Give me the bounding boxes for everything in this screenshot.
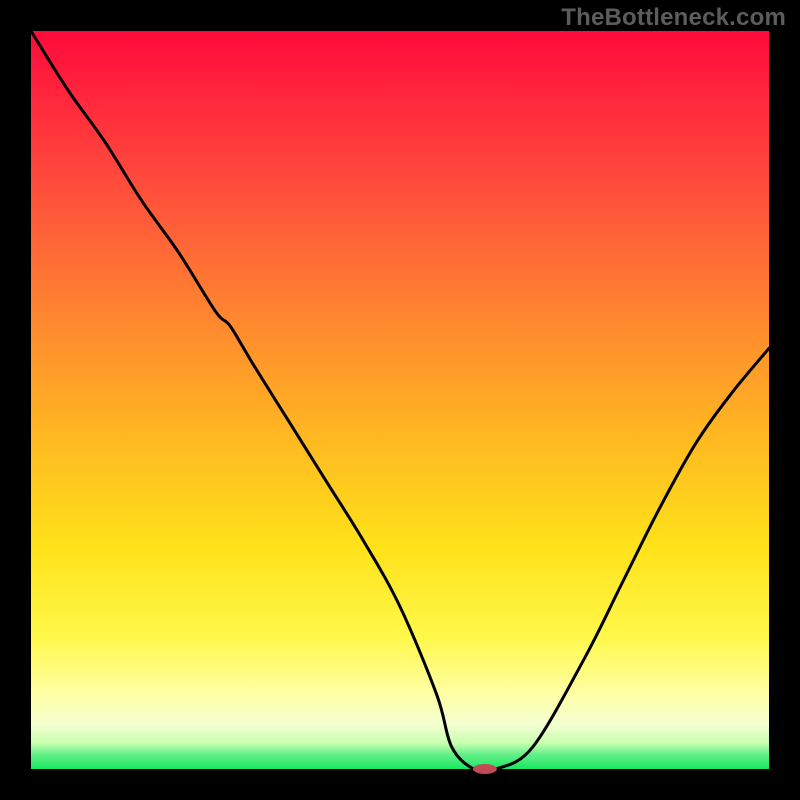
plot-background (31, 31, 769, 769)
bottleneck-chart (0, 0, 800, 800)
watermark-text: TheBottleneck.com (561, 4, 786, 32)
optimum-marker (473, 764, 497, 774)
